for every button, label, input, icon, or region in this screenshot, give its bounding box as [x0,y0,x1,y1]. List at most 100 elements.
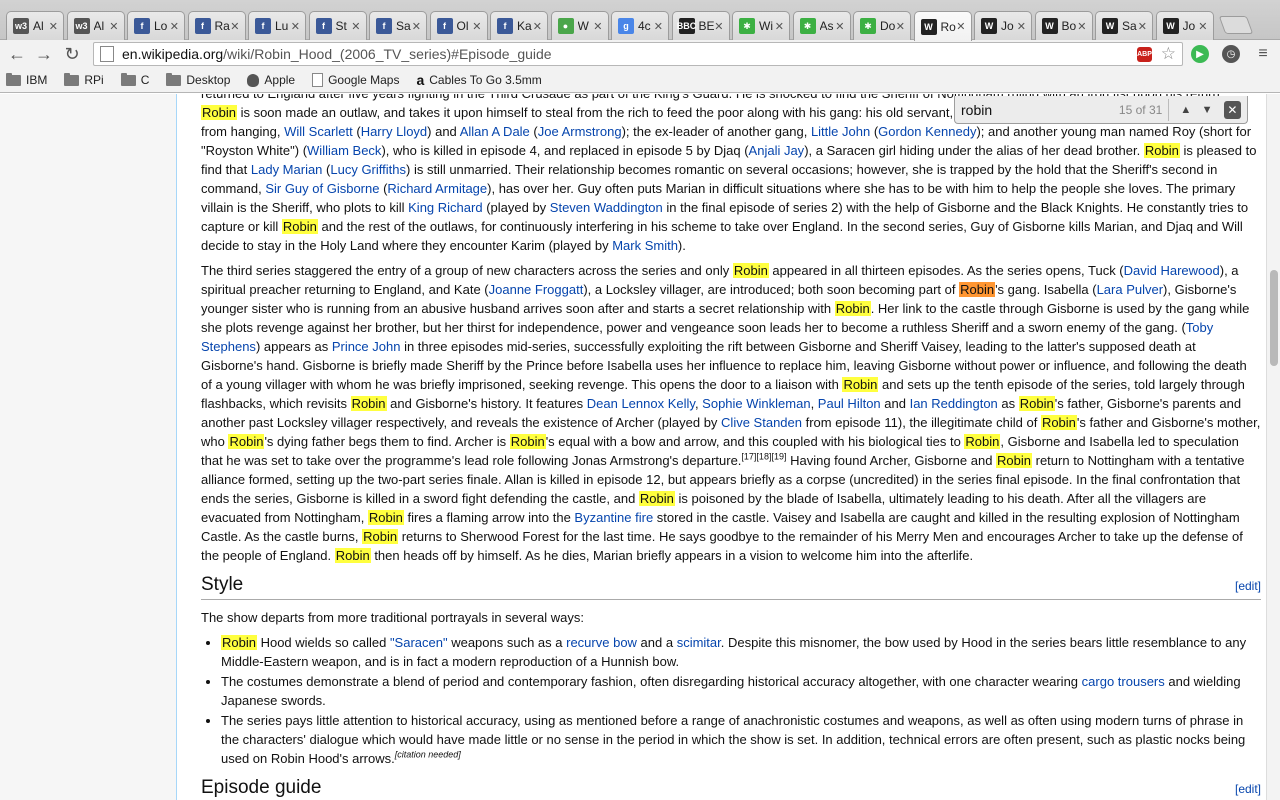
close-icon[interactable]: ✕ [291,20,300,33]
edit-link[interactable]: [edit] [1235,577,1261,596]
browser-tab[interactable]: W Ro ✕ [913,11,972,41]
browser-tab[interactable]: w3 Al ✕ [66,11,125,40]
vertical-scrollbar[interactable] [1266,94,1280,800]
folder-icon [6,72,21,86]
clock-extension-icon[interactable]: ◷ [1222,45,1240,63]
wiki-link[interactable]: Sir Guy of Gisborne [265,181,379,196]
wiki-link[interactable]: Sophie Winkleman [702,396,810,411]
back-button[interactable]: ← [6,43,28,65]
browser-tab[interactable]: w3 Al ✕ [6,11,64,40]
browser-tab[interactable]: g 4c ✕ [611,11,669,40]
wiki-link[interactable]: Lara Pulver [1097,282,1163,297]
close-icon[interactable]: ✕ [351,20,360,33]
play-extension-icon[interactable]: ▶ [1191,45,1209,63]
text-run: ), a Locksley villager, are introduced; … [583,282,960,297]
close-icon[interactable]: ✕ [412,20,421,33]
close-icon[interactable]: ✕ [1138,20,1147,33]
browser-tab[interactable]: f Ra ✕ [187,11,246,40]
search-match: Robin [362,529,399,544]
wiki-link[interactable]: "Saracen" [390,635,448,650]
close-icon[interactable]: ✕ [835,20,844,33]
reload-button[interactable]: ↻ [61,43,83,65]
bookmark-item[interactable]: Apple [247,73,295,87]
wiki-link[interactable]: Steven Waddington [550,200,663,215]
close-icon[interactable]: ✕ [1077,20,1086,33]
close-icon[interactable]: ✕ [49,20,58,33]
wiki-link[interactable]: David Harewood [1124,263,1220,278]
wiki-link[interactable]: Lucy Griffiths [330,162,406,177]
wiki-link[interactable]: Joanne Froggatt [489,282,584,297]
wiki-link[interactable]: Byzantine fire [574,510,653,525]
browser-tab[interactable]: ✱ Do ✕ [853,11,911,40]
wiki-link[interactable]: Little John [811,124,870,139]
wiki-link[interactable]: Gordon Kennedy [878,124,976,139]
forward-button[interactable]: → [33,43,55,65]
close-icon[interactable]: ✕ [230,20,239,33]
browser-tab[interactable]: f Lo ✕ [127,11,185,40]
adblock-icon[interactable]: ABP [1137,47,1152,62]
bookmark-item[interactable]: C [120,72,149,87]
wiki-link[interactable]: Lady Marian [251,162,323,177]
browser-tab[interactable]: W Jo ✕ [974,11,1032,40]
browser-tab[interactable]: W Bo ✕ [1034,11,1093,40]
wiki-link[interactable]: Clive Standen [721,415,802,430]
browser-tab[interactable]: ✱ As ✕ [792,11,851,40]
wiki-link[interactable]: Paul Hilton [818,396,881,411]
close-icon[interactable]: ✕ [533,20,542,33]
wiki-link[interactable]: Anjali Jay [749,143,805,158]
close-icon[interactable]: ✕ [109,20,118,33]
close-icon[interactable]: ✕ [896,20,905,33]
bookmark-label: IBM [26,73,48,87]
find-close-button[interactable]: ✕ [1223,100,1242,119]
wiki-link[interactable]: Mark Smith [612,238,678,253]
reference[interactable]: [citation needed] [395,750,461,760]
browser-tab[interactable]: f St ✕ [308,11,367,40]
close-icon[interactable]: ✕ [593,20,602,33]
browser-tab[interactable]: W Sa ✕ [1095,11,1153,40]
wiki-link[interactable]: Joe Armstrong [538,124,622,139]
close-icon[interactable]: ✕ [654,20,663,33]
find-next-button[interactable]: ▼ [1196,99,1217,121]
wiki-link[interactable]: cargo trousers [1082,674,1165,689]
wiki-link[interactable]: scimitar [677,635,721,650]
browser-tab[interactable]: ● W ✕ [550,11,609,40]
browser-tab[interactable]: ✱ Wi ✕ [732,11,790,40]
close-icon[interactable]: ✕ [714,20,723,33]
wiki-link[interactable]: William Beck [307,143,381,158]
browser-tab[interactable]: BBC BE ✕ [671,11,730,40]
new-tab-button[interactable] [1218,16,1254,34]
edit-link[interactable]: [edit] [1235,780,1261,799]
close-icon[interactable]: ✕ [1017,20,1026,33]
close-icon[interactable]: ✕ [472,20,481,33]
find-input[interactable] [961,99,1091,120]
browser-tab[interactable]: W Jo ✕ [1155,11,1214,40]
bookmark-item[interactable]: a Cables To Go 3.5mm [416,72,541,88]
reference[interactable]: [17][18][19] [741,452,786,462]
wiki-link[interactable]: Harry Lloyd [361,124,427,139]
scrollbar-thumb[interactable] [1270,270,1278,366]
browser-tab[interactable]: f Ol ✕ [429,11,488,40]
wiki-link[interactable]: Prince John [332,339,401,354]
browser-tab[interactable]: f Lu ✕ [248,11,306,40]
menu-icon[interactable]: ≡ [1252,43,1274,65]
bookmark-item[interactable]: Desktop [166,72,230,87]
bookmark-item[interactable]: IBM [6,72,48,87]
bookmark-item[interactable]: Google Maps [312,73,399,87]
wiki-link[interactable]: recurve bow [566,635,637,650]
wiki-link[interactable]: Dean Lennox Kelly [587,396,695,411]
close-icon[interactable]: ✕ [1198,20,1207,33]
browser-tab[interactable]: f Ka ✕ [490,11,548,40]
wiki-link[interactable]: King Richard [408,200,482,215]
browser-tab[interactable]: f Sa ✕ [369,11,427,40]
find-previous-button[interactable]: ▲ [1175,99,1196,121]
bookmark-item[interactable]: RPi [64,72,104,87]
close-icon[interactable]: ✕ [775,20,784,33]
wiki-link[interactable]: Ian Reddington [910,396,998,411]
close-icon[interactable]: ✕ [956,20,965,33]
close-icon[interactable]: ✕ [170,20,179,33]
wiki-link[interactable]: Will Scarlett [284,124,353,139]
bookmark-star-icon[interactable]: ☆ [1161,44,1176,64]
address-bar[interactable]: en.wikipedia.org/wiki/Robin_Hood_(2006_T… [93,42,1183,66]
wiki-link[interactable]: Richard Armitage [387,181,487,196]
wiki-link[interactable]: Allan A Dale [460,124,530,139]
